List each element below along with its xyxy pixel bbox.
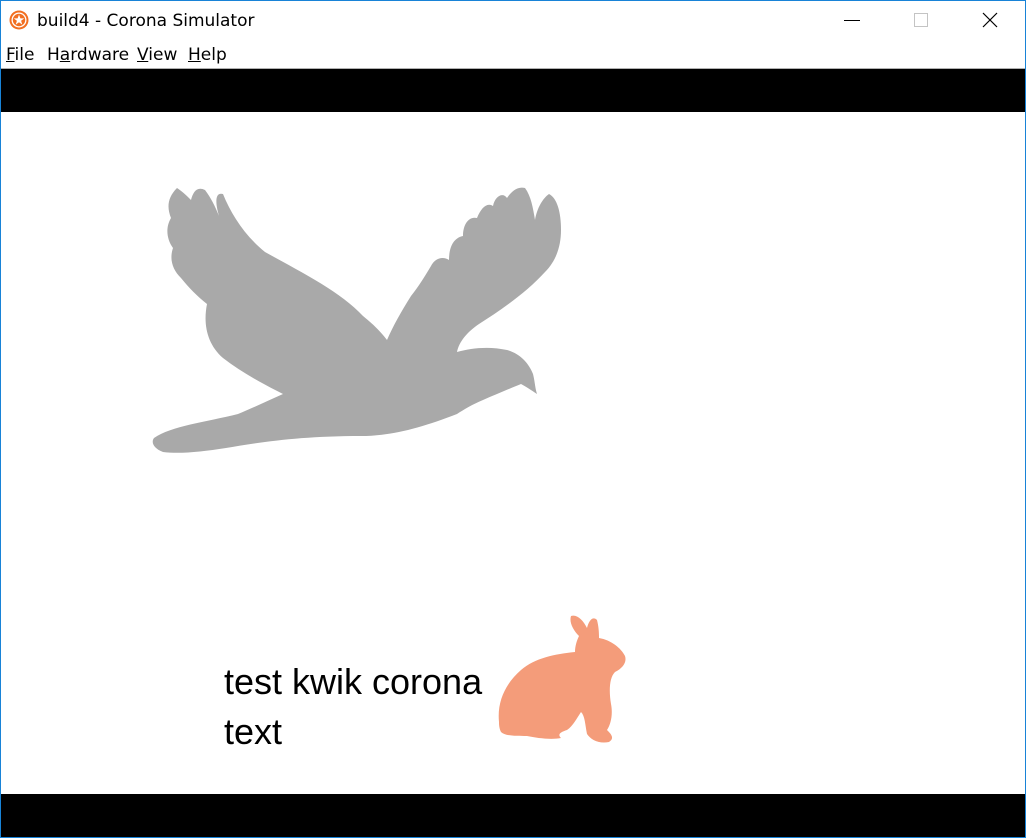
close-button[interactable] bbox=[967, 1, 1013, 39]
simulator-window: build4 - Corona Simulator File Hardware … bbox=[0, 0, 1026, 838]
letterbox-top bbox=[1, 69, 1025, 112]
menu-view[interactable]: View bbox=[137, 45, 177, 65]
corona-app-icon bbox=[9, 10, 29, 30]
close-icon bbox=[982, 12, 998, 28]
minimize-icon bbox=[844, 20, 860, 21]
maximize-button[interactable] bbox=[898, 1, 944, 39]
letterbox-bottom bbox=[1, 794, 1025, 837]
title-bar[interactable]: build4 - Corona Simulator bbox=[1, 1, 1025, 39]
menu-bar: File Hardware View Help bbox=[1, 39, 1025, 69]
rabbit-silhouette-icon bbox=[498, 615, 626, 743]
window-title: build4 - Corona Simulator bbox=[37, 11, 255, 31]
menu-help[interactable]: Help bbox=[188, 45, 227, 65]
bird-silhouette-icon bbox=[152, 187, 562, 453]
menu-hardware[interactable]: Hardware bbox=[47, 45, 129, 65]
stage-text-line1: test kwik corona bbox=[224, 661, 483, 702]
stage-text-line2: text bbox=[224, 711, 283, 752]
maximize-icon bbox=[914, 13, 928, 27]
stage-text: test kwik corona text bbox=[224, 657, 514, 757]
minimize-button[interactable] bbox=[829, 1, 875, 39]
simulator-stage[interactable]: test kwik corona text bbox=[1, 112, 1025, 794]
menu-file[interactable]: File bbox=[6, 45, 34, 65]
